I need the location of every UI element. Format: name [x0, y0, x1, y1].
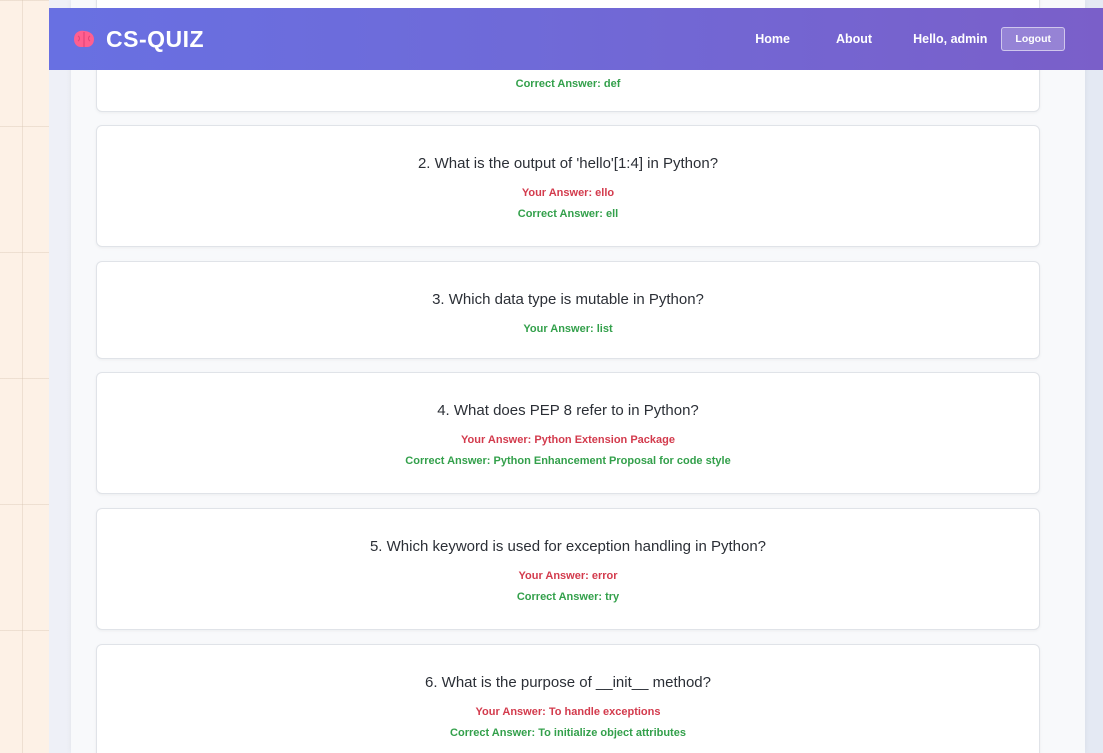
user-greeting: Hello, admin [913, 32, 988, 46]
correct-answer-text: Correct Answer: To initialize object att… [450, 727, 686, 739]
your-answer-text: Your Answer: Python Extension Package [461, 434, 675, 446]
question-card: 2. What is the output of 'hello'[1:4] in… [96, 125, 1040, 247]
results-container: Correct Answer: def 2. What is the outpu… [71, 0, 1085, 753]
correct-answer-text: Correct Answer: def [515, 78, 621, 90]
question-text: 2. What is the output of 'hello'[1:4] in… [417, 155, 719, 172]
brain-icon [74, 30, 94, 47]
your-answer-text: Your Answer: To handle exceptions [475, 706, 661, 718]
brand-name: CS-QUIZ [106, 25, 205, 52]
question-text: 5. Which keyword is used for exception h… [369, 538, 767, 555]
logout-button[interactable]: Logout [1001, 27, 1065, 51]
correct-answer-text: Correct Answer: try [516, 591, 620, 603]
question-card: 3. Which data type is mutable in Python?… [96, 261, 1040, 359]
question-text: 4. What does PEP 8 refer to in Python? [437, 402, 699, 419]
question-card: 5. Which keyword is used for exception h… [96, 508, 1040, 630]
question-text: 6. What is the purpose of __init__ metho… [424, 674, 711, 691]
question-card: 4. What does PEP 8 refer to in Python? Y… [96, 372, 1040, 494]
nav-links: Home About Hello, admin Logout [755, 27, 1065, 51]
nav-link-home[interactable]: Home [755, 32, 790, 46]
correct-answer-text: Correct Answer: Python Enhancement Propo… [405, 455, 731, 467]
question-card: 6. What is the purpose of __init__ metho… [96, 644, 1040, 753]
nav-link-about[interactable]: About [836, 32, 872, 46]
correct-answer-text: Correct Answer: ell [517, 208, 619, 220]
brand-link[interactable]: CS-QUIZ [72, 26, 204, 53]
your-answer-text: Your Answer: error [518, 570, 618, 582]
top-navbar: CS-QUIZ Home About Hello, admin Logout [49, 8, 1103, 70]
your-answer-text: Your Answer: ello [521, 187, 615, 199]
question-text: 3. Which data type is mutable in Python? [432, 291, 704, 308]
app-window: Correct Answer: def 2. What is the outpu… [49, 0, 1103, 753]
your-answer-text: Your Answer: list [523, 323, 613, 335]
